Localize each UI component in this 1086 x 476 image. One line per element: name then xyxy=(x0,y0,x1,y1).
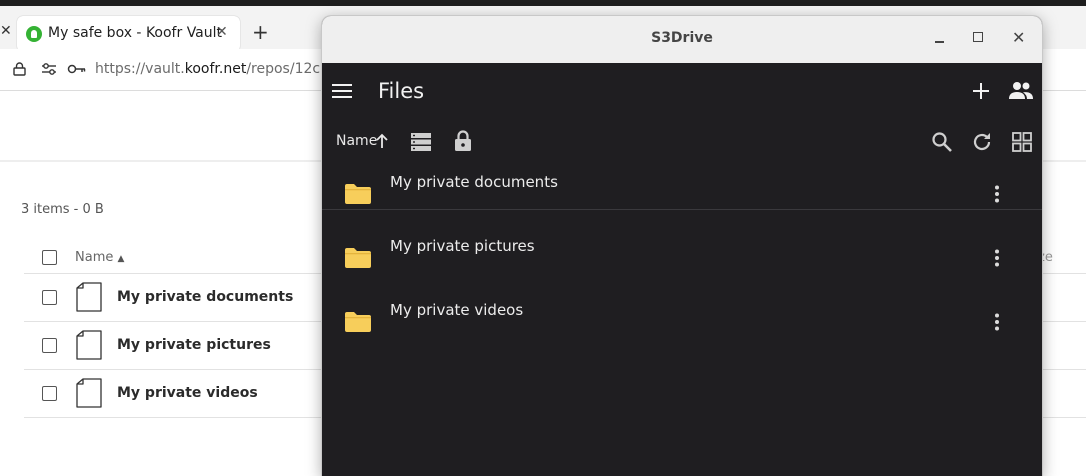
more-vert-icon[interactable] xyxy=(994,185,1000,203)
file-name[interactable]: My private videos xyxy=(117,385,258,401)
arrow-up-icon[interactable] xyxy=(375,133,389,149)
permissions-icon[interactable] xyxy=(40,61,58,77)
file-name[interactable]: My private pictures xyxy=(117,337,271,353)
folder-icon xyxy=(345,184,371,204)
file-icon xyxy=(76,330,102,360)
browser-tab[interactable]: My safe box - Koofr Vault ✕ xyxy=(17,16,240,52)
row-checkbox[interactable] xyxy=(42,290,57,305)
folder-icon xyxy=(345,312,371,332)
new-tab-button[interactable]: + xyxy=(252,20,269,44)
more-vert-icon[interactable] xyxy=(994,313,1000,331)
storage-icon[interactable] xyxy=(410,132,432,152)
folder-name[interactable]: My private documents xyxy=(390,173,558,191)
koofr-vault-favicon-icon xyxy=(26,26,42,42)
page-title: Files xyxy=(378,79,425,103)
people-icon[interactable] xyxy=(1008,79,1034,103)
row-checkbox[interactable] xyxy=(42,338,57,353)
file-icon xyxy=(76,378,102,408)
refresh-icon[interactable] xyxy=(971,131,993,153)
minimize-icon[interactable] xyxy=(933,31,947,45)
search-icon[interactable] xyxy=(931,131,953,153)
window-titlebar[interactable]: S3Drive ✕ xyxy=(322,16,1042,63)
folder-row[interactable]: My private videos xyxy=(322,291,1042,355)
row-checkbox[interactable] xyxy=(42,386,57,401)
maximize-icon[interactable] xyxy=(973,32,983,42)
app-bar: Files Name xyxy=(322,63,1042,210)
url-text[interactable]: https://vault.koofr.net/repos/12c xyxy=(95,61,320,77)
lock-icon[interactable] xyxy=(13,62,26,76)
more-vert-icon[interactable] xyxy=(994,249,1000,267)
items-count: 3 items - 0 B xyxy=(21,202,104,217)
name-column-header[interactable]: Name ▲ xyxy=(75,250,124,265)
file-name[interactable]: My private documents xyxy=(117,289,293,305)
folder-row[interactable]: My private pictures xyxy=(322,227,1042,291)
tab-title: My safe box - Koofr Vault xyxy=(48,25,223,41)
folder-name[interactable]: My private videos xyxy=(390,301,523,319)
close-icon[interactable]: ✕ xyxy=(1012,28,1025,47)
grid-view-icon[interactable] xyxy=(1011,131,1033,153)
select-all-checkbox[interactable] xyxy=(42,250,57,265)
add-icon[interactable] xyxy=(970,80,992,102)
s3drive-window: S3Drive ✕ Files Name My private document… xyxy=(322,16,1042,476)
lock-icon[interactable] xyxy=(453,130,473,152)
sort-by-name-button[interactable]: Name xyxy=(336,133,377,149)
tab-close-icon[interactable]: ✕ xyxy=(0,23,12,39)
menu-icon[interactable] xyxy=(332,83,352,99)
file-icon xyxy=(76,282,102,312)
key-icon[interactable] xyxy=(67,61,87,77)
folder-icon xyxy=(345,248,371,268)
folder-name[interactable]: My private pictures xyxy=(390,237,535,255)
tab-close-icon[interactable]: ✕ xyxy=(216,24,228,40)
folder-row[interactable]: My private documents xyxy=(322,163,1042,227)
